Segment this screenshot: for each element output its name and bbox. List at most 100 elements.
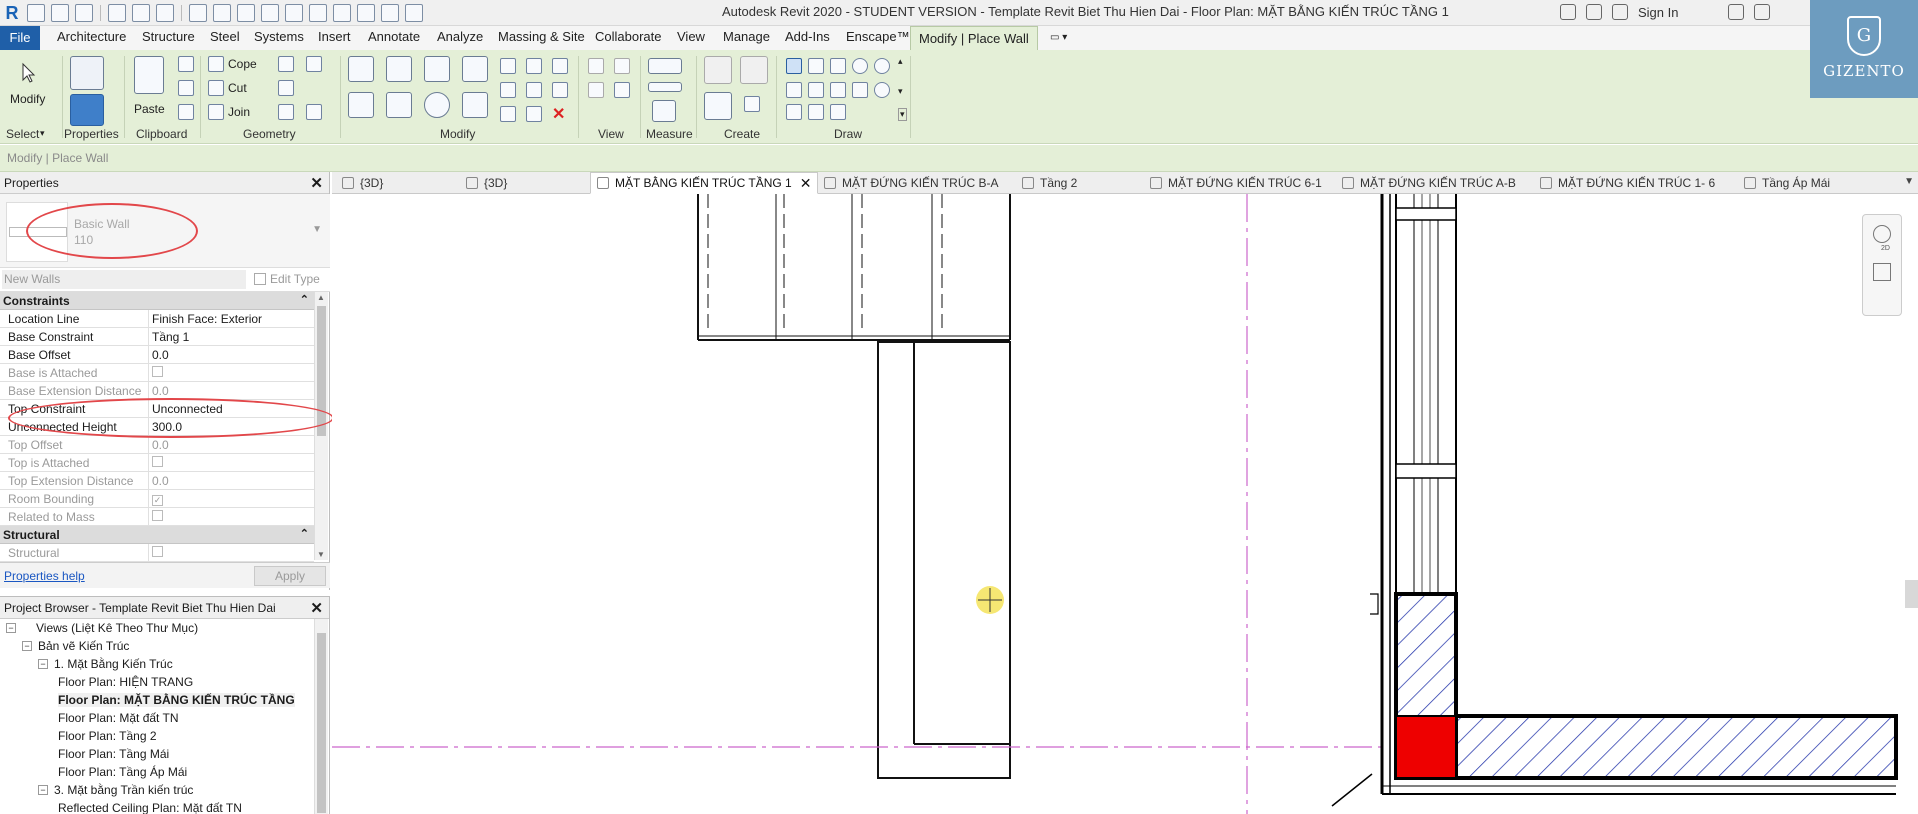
tab-massing-site[interactable]: Massing & Site: [498, 29, 585, 44]
scroll-down-icon[interactable]: ▼: [317, 550, 325, 559]
browser-tree-item[interactable]: −1. Mặt Bằng Kiến Trúc: [0, 655, 314, 673]
tab-structure[interactable]: Structure: [142, 29, 195, 44]
cart-icon[interactable]: [1728, 4, 1745, 20]
zoom-icon[interactable]: [1873, 263, 1891, 281]
join-icon[interactable]: [208, 104, 224, 120]
create-assembly-icon[interactable]: [744, 96, 760, 112]
create-parts-icon[interactable]: [704, 92, 732, 120]
canvas-scrollbar[interactable]: [1905, 580, 1918, 608]
browser-tree-item[interactable]: Floor Plan: MẶT BẰNG KIẾN TRÚC TẦNG: [0, 691, 314, 709]
copy-icon[interactable]: [178, 80, 194, 96]
create-similar-icon[interactable]: [704, 56, 732, 84]
cut-icon[interactable]: [178, 56, 194, 72]
collapse-toggle-icon[interactable]: −: [6, 623, 16, 633]
view-cube-icon[interactable]: [1873, 225, 1891, 243]
collapse-toggle-icon[interactable]: −: [38, 659, 48, 669]
revit-app-icon[interactable]: R: [0, 2, 24, 24]
user-icon[interactable]: [1612, 4, 1628, 20]
split-icon[interactable]: [500, 58, 516, 74]
properties-toggle-icon[interactable]: [70, 94, 104, 126]
remove-paint-icon[interactable]: [306, 104, 322, 120]
ribbon-scroll-down-icon[interactable]: ▾: [898, 86, 903, 97]
tab-file[interactable]: File: [0, 26, 40, 50]
section-icon[interactable]: [309, 4, 327, 22]
properties-section-header[interactable]: Structural ⌃: [0, 526, 314, 544]
collapse-icon[interactable]: ⌃: [300, 527, 309, 540]
browser-tree-item[interactable]: Floor Plan: Tầng Mái: [0, 745, 314, 763]
properties-help-link[interactable]: Properties help: [4, 569, 85, 583]
measure-element-icon[interactable]: [648, 82, 682, 92]
properties-section-header[interactable]: Constraints ⌃: [0, 292, 314, 310]
cut-label[interactable]: Cut: [228, 81, 247, 95]
move-icon[interactable]: [348, 92, 374, 118]
light-bulb-icon[interactable]: [588, 58, 604, 74]
tab-mat-dung-1-6[interactable]: MẶT ĐỨNG KIẾN TRÚC 1- 6: [1540, 172, 1715, 194]
redo-icon[interactable]: [132, 4, 150, 22]
save-icon[interactable]: [51, 4, 69, 22]
mirror-draw-icon[interactable]: [462, 56, 488, 82]
collapse-icon[interactable]: ⌃: [300, 293, 309, 306]
browser-tree-item[interactable]: Floor Plan: Mặt đất TN: [0, 709, 314, 727]
center-ends-arc-icon[interactable]: [808, 82, 824, 98]
modify-button-label[interactable]: Modify: [10, 92, 45, 106]
pin-icon[interactable]: [552, 58, 568, 74]
demolish-icon[interactable]: [306, 56, 322, 72]
tab-add-ins[interactable]: Add-Ins: [785, 29, 830, 44]
dimension-icon[interactable]: [213, 4, 231, 22]
scroll-up-icon[interactable]: ▲: [317, 293, 325, 302]
property-value[interactable]: 0.0: [152, 348, 169, 362]
create-group-icon[interactable]: [740, 56, 768, 84]
close-hidden-icon[interactable]: [357, 4, 375, 22]
tab-view[interactable]: View: [677, 29, 705, 44]
paste-button-label[interactable]: Paste: [134, 102, 165, 116]
close-icon[interactable]: ✕: [310, 599, 323, 617]
select-dropdown-icon[interactable]: ▾: [40, 128, 45, 139]
fillet-arc-icon[interactable]: [852, 82, 868, 98]
split-face-icon[interactable]: [278, 80, 294, 96]
paste-icon[interactable]: [134, 56, 164, 94]
panel-toggle-icon[interactable]: ▭ ▾: [1050, 32, 1067, 43]
tag-icon[interactable]: [237, 4, 255, 22]
ellipse-icon[interactable]: [874, 82, 890, 98]
drawing-canvas[interactable]: [332, 194, 1918, 814]
apply-button[interactable]: Apply: [254, 566, 326, 586]
tab-systems[interactable]: Systems: [254, 29, 304, 44]
aligned-dimension-icon[interactable]: [652, 100, 676, 122]
edit-type-button[interactable]: Edit Type: [254, 272, 320, 286]
join-label[interactable]: Join: [228, 105, 250, 119]
switch-windows-icon[interactable]: [381, 4, 399, 22]
undo-icon[interactable]: [108, 4, 126, 22]
paint-icon[interactable]: [278, 104, 294, 120]
cut-geometry-icon[interactable]: [208, 80, 224, 96]
trim-single-icon[interactable]: [526, 106, 542, 122]
match-properties-icon[interactable]: [178, 104, 194, 120]
offset-icon[interactable]: [386, 56, 412, 82]
browser-tree-item[interactable]: Floor Plan: Tầng 2: [0, 727, 314, 745]
measure-between-icon[interactable]: [648, 58, 682, 74]
thin-lines-icon[interactable]: [333, 4, 351, 22]
tab-list-icon[interactable]: ▼: [1904, 176, 1914, 187]
ribbon-expand-icon[interactable]: ▾: [898, 108, 907, 121]
trim-multiple-icon[interactable]: [500, 106, 516, 122]
open-icon[interactable]: [27, 4, 45, 22]
type-properties-icon[interactable]: [70, 56, 104, 90]
pick-lines-icon[interactable]: [808, 104, 824, 120]
browser-tree-item[interactable]: Floor Plan: HIỆN TRANG: [0, 673, 314, 691]
circle-icon[interactable]: [874, 58, 890, 74]
sign-in-link[interactable]: Sign In: [1638, 5, 1678, 20]
tangent-arc-icon[interactable]: [830, 82, 846, 98]
chevron-down-icon[interactable]: ▼: [312, 224, 322, 235]
partial-ellipse-icon[interactable]: [786, 104, 802, 120]
tab-modify-place-wall[interactable]: Modify | Place Wall: [910, 26, 1038, 50]
tab-mat-dung-6-1[interactable]: MẶT ĐỨNG KIẾN TRÚC 6-1: [1150, 172, 1322, 194]
sync-icon[interactable]: [75, 4, 93, 22]
tab-mat-dung-b-a[interactable]: MẶT ĐỨNG KIẾN TRÚC B-A: [824, 172, 999, 194]
property-value[interactable]: Finish Face: Exterior: [152, 312, 262, 326]
delete-icon[interactable]: ✕: [552, 104, 565, 124]
search-icon[interactable]: [1560, 4, 1576, 20]
tab-enscape[interactable]: Enscape™: [846, 29, 910, 44]
hide-element-icon[interactable]: [614, 82, 630, 98]
override-graphics-icon[interactable]: [614, 58, 630, 74]
scroll-thumb[interactable]: [317, 633, 326, 813]
print-icon[interactable]: [156, 4, 174, 22]
